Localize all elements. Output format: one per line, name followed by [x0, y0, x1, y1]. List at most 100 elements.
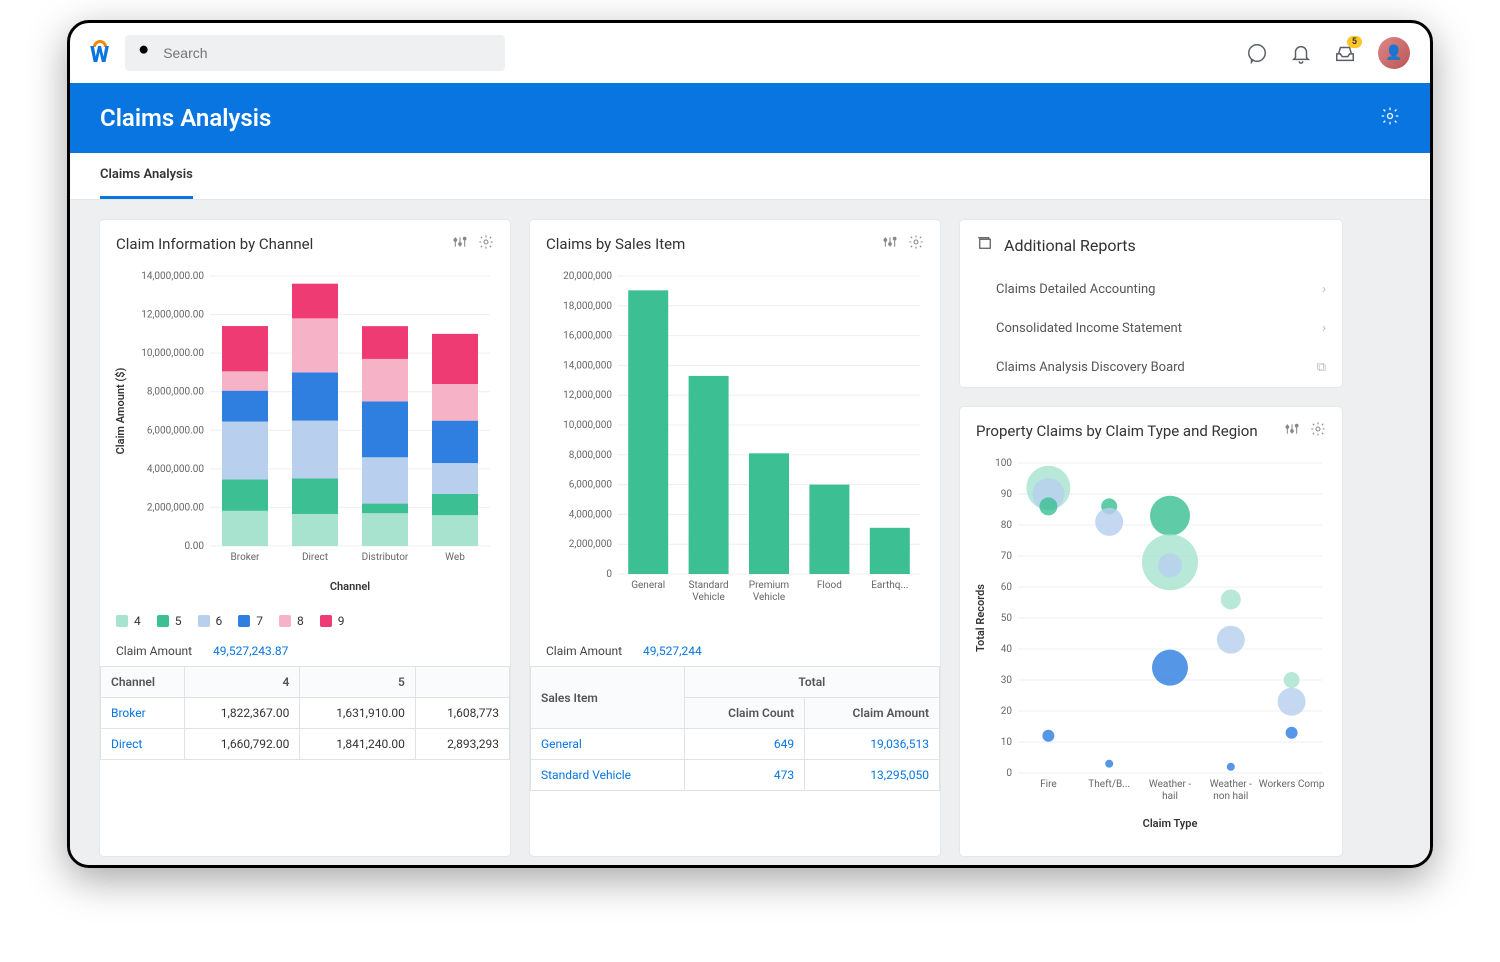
svg-text:20: 20	[1001, 706, 1013, 717]
svg-text:14,000,000: 14,000,000	[563, 360, 612, 371]
card-additional-reports: Additional Reports Claims Detailed Accou…	[960, 220, 1342, 387]
notifications-icon[interactable]	[1290, 42, 1312, 64]
bar-chart: 02,000,0004,000,0006,000,0008,000,00010,…	[540, 266, 930, 626]
svg-text:Vehicle: Vehicle	[692, 592, 724, 603]
svg-text:70: 70	[1001, 551, 1013, 562]
summary-label: Claim Amount	[116, 644, 192, 658]
chat-icon[interactable]	[1246, 42, 1268, 64]
inbox-icon[interactable]: 5	[1334, 42, 1356, 64]
svg-text:50: 50	[1001, 613, 1013, 624]
svg-text:Claim Type: Claim Type	[1143, 817, 1198, 830]
svg-text:6,000,000: 6,000,000	[569, 480, 613, 491]
filter-icon[interactable]	[1284, 421, 1300, 441]
global-search[interactable]	[125, 35, 505, 71]
app-logo[interactable]: W	[90, 40, 109, 67]
svg-text:hail: hail	[1162, 791, 1178, 802]
svg-text:8,000,000.00: 8,000,000.00	[147, 387, 205, 398]
legend-item[interactable]: 9	[320, 614, 345, 628]
summary-value: 49,527,243.87	[213, 644, 288, 658]
svg-text:18,000,000: 18,000,000	[563, 301, 612, 312]
svg-text:Premium: Premium	[749, 580, 790, 591]
svg-text:12,000,000: 12,000,000	[563, 390, 612, 401]
svg-text:6,000,000.00: 6,000,000.00	[147, 425, 205, 436]
card-title: Additional Reports	[1004, 236, 1136, 255]
page-settings-icon[interactable]	[1380, 106, 1400, 130]
svg-text:30: 30	[1001, 675, 1013, 686]
legend-item[interactable]: 4	[116, 614, 141, 628]
search-input[interactable]	[163, 45, 493, 61]
gear-icon[interactable]	[908, 234, 924, 254]
legend-item[interactable]: 6	[198, 614, 223, 628]
card-claims-by-sales-item: Claims by Sales Item 02,000,0004,000,000…	[530, 220, 940, 856]
svg-text:100: 100	[995, 458, 1012, 469]
page-title: Claims Analysis	[100, 104, 271, 132]
report-link[interactable]: Consolidated Income Statement›	[960, 309, 1342, 348]
svg-text:non hail: non hail	[1213, 791, 1248, 802]
svg-text:0: 0	[606, 569, 612, 580]
filter-icon[interactable]	[452, 234, 468, 254]
chart-legend: 4 5 6 7 8 9	[100, 606, 510, 636]
card-title: Claim Information by Channel	[116, 235, 313, 253]
summary-value: 49,527,244	[643, 644, 702, 658]
svg-text:Weather -: Weather -	[1210, 779, 1252, 790]
svg-text:Total Records: Total Records	[974, 584, 987, 652]
table-row[interactable]: Broker1,822,367.001,631,910.001,608,773	[101, 698, 510, 729]
bubble-chart: 0102030405060708090100FireTheft/B...Weat…	[970, 453, 1332, 833]
table-row[interactable]: Direct1,660,792.001,841,240.002,893,293	[101, 729, 510, 760]
svg-text:40: 40	[1001, 644, 1013, 655]
sales-item-table: Sales ItemTotalClaim CountClaim AmountGe…	[530, 666, 940, 791]
user-avatar[interactable]: 👤	[1378, 37, 1410, 69]
svg-text:12,000,000.00: 12,000,000.00	[141, 310, 204, 321]
stacked-bar-chart: 0.002,000,000.004,000,000.006,000,000.00…	[110, 266, 500, 596]
card-title: Claims by Sales Item	[546, 235, 685, 253]
svg-text:0: 0	[1006, 768, 1012, 779]
svg-text:Theft/B...: Theft/B...	[1088, 778, 1130, 790]
svg-text:80: 80	[1001, 520, 1013, 531]
page-header: Claims Analysis	[70, 83, 1430, 153]
svg-text:Distributor: Distributor	[362, 552, 409, 563]
svg-text:2,000,000: 2,000,000	[569, 539, 613, 550]
legend-item[interactable]: 5	[157, 614, 182, 628]
svg-text:14,000,000.00: 14,000,000.00	[141, 271, 204, 282]
legend-item[interactable]: 8	[279, 614, 304, 628]
external-link-icon: ⧉	[1317, 360, 1326, 375]
topbar: W 5 👤	[70, 23, 1430, 83]
tab-claims-analysis[interactable]: Claims Analysis	[100, 153, 193, 199]
svg-text:8,000,000: 8,000,000	[569, 450, 613, 461]
filter-icon[interactable]	[882, 234, 898, 254]
inbox-badge: 5	[1347, 36, 1362, 48]
summary-label: Claim Amount	[546, 644, 622, 658]
svg-text:Standard: Standard	[689, 580, 729, 591]
card-title: Property Claims by Claim Type and Region	[976, 422, 1258, 440]
svg-text:General: General	[631, 580, 665, 591]
report-link[interactable]: Claims Detailed Accounting›	[960, 270, 1342, 309]
svg-text:20,000,000: 20,000,000	[563, 271, 612, 282]
svg-text:Broker: Broker	[231, 552, 260, 563]
report-link[interactable]: Claims Analysis Discovery Board⧉	[960, 348, 1342, 387]
svg-text:2,000,000.00: 2,000,000.00	[147, 502, 205, 513]
table-row[interactable]: General64919,036,513	[531, 729, 940, 760]
legend-item[interactable]: 7	[238, 614, 263, 628]
svg-text:16,000,000: 16,000,000	[563, 331, 612, 342]
svg-text:Flood: Flood	[817, 580, 842, 591]
svg-text:Fire: Fire	[1040, 779, 1057, 790]
svg-text:Web: Web	[445, 552, 465, 563]
gear-icon[interactable]	[1310, 421, 1326, 441]
reports-icon	[976, 234, 994, 256]
svg-text:10: 10	[1001, 737, 1013, 748]
table-row[interactable]: Standard Vehicle47313,295,050	[531, 760, 940, 791]
svg-text:Workers Comp: Workers Comp	[1259, 779, 1325, 790]
chevron-right-icon: ›	[1322, 282, 1326, 297]
chevron-right-icon: ›	[1322, 321, 1326, 336]
card-claim-info-by-channel: Claim Information by Channel 0.002,000,0…	[100, 220, 510, 856]
svg-text:10,000,000.00: 10,000,000.00	[141, 348, 204, 359]
page-tabs: Claims Analysis	[70, 153, 1430, 200]
gear-icon[interactable]	[478, 234, 494, 254]
channel-table: Channel45Broker1,822,367.001,631,910.001…	[100, 666, 510, 760]
svg-text:10,000,000: 10,000,000	[563, 420, 612, 431]
card-property-claims-bubble: Property Claims by Claim Type and Region…	[960, 407, 1342, 856]
svg-text:Vehicle: Vehicle	[753, 592, 785, 603]
svg-text:90: 90	[1001, 489, 1013, 500]
dashboard-content: Claim Information by Channel 0.002,000,0…	[70, 200, 1430, 868]
svg-text:Weather -: Weather -	[1149, 779, 1191, 790]
